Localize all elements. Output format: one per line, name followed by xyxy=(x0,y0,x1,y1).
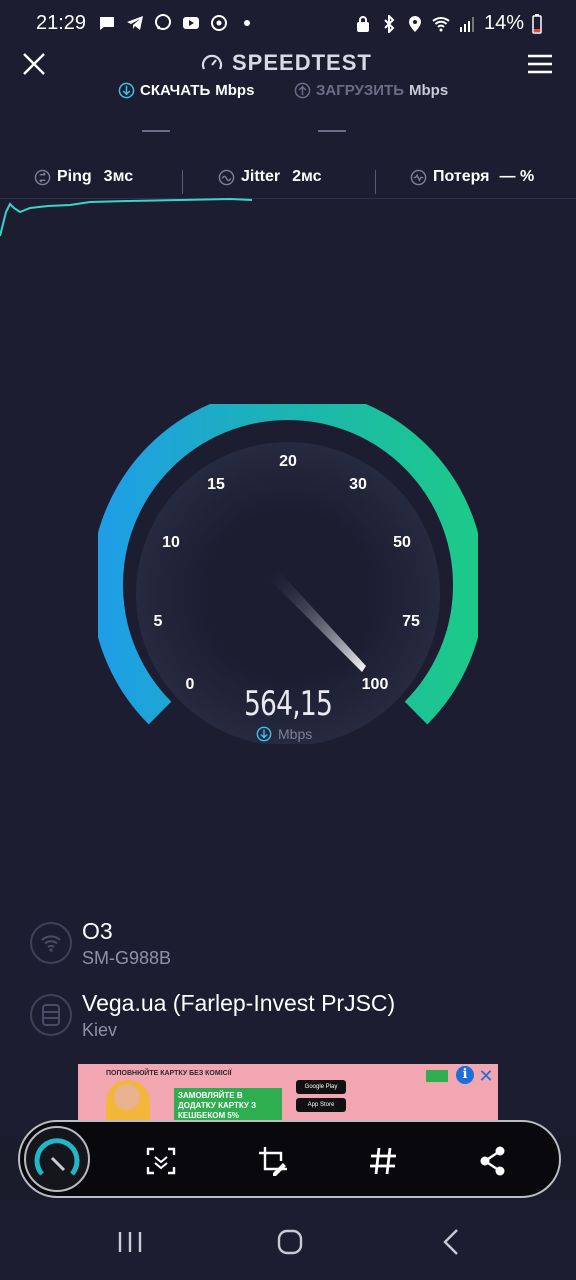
metric-divider xyxy=(375,170,376,194)
close-icon[interactable] xyxy=(20,50,48,78)
server-icon-badge xyxy=(30,994,72,1036)
download-phase: СКАЧАТЬ Mbps xyxy=(118,82,254,99)
ad-banner[interactable]: ПОПОВНЮЙТЕ КАРТКУ БЕЗ КОМІСІЇ ЗАМОВЛЯЙТЕ… xyxy=(78,1064,498,1124)
latency-metrics: Ping 3мс Jitter 2мс Потеря — % xyxy=(0,168,576,196)
gauge-tick-label: 20 xyxy=(279,453,297,470)
ad-person-face xyxy=(114,1084,140,1110)
download-arrow-icon xyxy=(256,726,272,742)
dot-icon xyxy=(244,20,250,26)
upload-arrow-icon xyxy=(294,82,311,99)
back-icon[interactable] xyxy=(432,1222,472,1262)
mini-gauge-graphic xyxy=(34,1138,80,1176)
server-city: Kiev xyxy=(82,1020,118,1040)
current-speed-value: 564,15 xyxy=(243,684,333,724)
top-bar: SPEEDTEST xyxy=(0,40,576,88)
share-icon[interactable] xyxy=(476,1144,510,1178)
test-phases: СКАЧАТЬ Mbps ЗАГРУЗИТЬ Mbps xyxy=(0,82,576,106)
upload-label: ЗАГРУЗИТЬ xyxy=(316,82,404,99)
hamburger-menu-icon[interactable] xyxy=(526,52,554,76)
upload-phase: ЗАГРУЗИТЬ Mbps xyxy=(294,82,448,99)
youtube-icon xyxy=(183,17,199,29)
system-nav-bar xyxy=(0,1200,576,1280)
location-icon xyxy=(408,15,421,32)
ping-icon xyxy=(34,169,51,185)
ping-value: 3мс xyxy=(103,168,134,185)
notification-icons xyxy=(98,14,256,32)
bluetooth-icon xyxy=(384,14,395,33)
server-icon xyxy=(42,1004,60,1026)
ad-headline: ПОПОВНЮЙТЕ КАРТКУ БЕЗ КОМІСІЇ xyxy=(106,1070,232,1077)
sync-icon xyxy=(211,15,227,31)
crop-edit-icon[interactable] xyxy=(256,1144,290,1178)
packet-loss-icon xyxy=(410,169,427,185)
brand-title: SPEEDTEST xyxy=(232,50,372,75)
recent-apps-icon[interactable] xyxy=(110,1222,150,1262)
app-store-badge[interactable]: App Store xyxy=(296,1098,346,1112)
loss-value: — % xyxy=(499,168,535,185)
metric-divider xyxy=(182,170,183,194)
network-icon-badge xyxy=(30,922,72,964)
ad-info-icon[interactable]: i xyxy=(456,1066,474,1084)
gauge-tick-label: 10 xyxy=(162,534,180,551)
download-unit: Mbps xyxy=(215,82,255,99)
upload-unit: Mbps xyxy=(409,82,449,99)
battery-percent: 14% xyxy=(483,12,524,34)
ad-cta-text: ЗАМОВЛЯЙТЕ В ДОДАТКУ КАРТКУ З КЕШБЕКОМ 5… xyxy=(174,1088,282,1124)
viber-icon xyxy=(155,14,171,30)
loss-metric: Потеря — % xyxy=(410,168,534,186)
telegram-icon xyxy=(127,16,143,30)
lock-icon xyxy=(356,15,369,32)
status-time: 21:29 xyxy=(36,12,87,34)
wifi-icon xyxy=(41,935,61,952)
message-icon xyxy=(100,17,114,30)
speed-gauge-icon[interactable] xyxy=(24,1126,90,1192)
upload-result-placeholder xyxy=(318,130,346,132)
ping-metric: Ping 3мс xyxy=(34,168,133,186)
google-play-badge[interactable]: Google Play xyxy=(296,1080,346,1094)
jitter-icon xyxy=(218,169,235,185)
jitter-label: Jitter xyxy=(241,168,281,185)
home-icon[interactable] xyxy=(270,1222,310,1262)
wifi-icon xyxy=(432,16,450,31)
download-arrow-icon xyxy=(118,82,135,99)
app-brand: SPEEDTEST xyxy=(200,50,372,76)
download-label: СКАЧАТЬ xyxy=(140,82,211,99)
screenshot-toolbar xyxy=(18,1120,561,1198)
ad-close-icon[interactable]: ✕ xyxy=(476,1066,496,1086)
system-icons: 14% xyxy=(354,12,542,35)
jitter-metric: Jitter 2мс xyxy=(218,168,322,186)
server-name: Vega.ua (Farlep-Invest PrJSC) xyxy=(82,990,396,1016)
gauge-tick-label: 15 xyxy=(207,476,225,493)
speed-unit-label: Mbps xyxy=(278,726,313,742)
jitter-value: 2мс xyxy=(292,168,322,185)
signal-icon xyxy=(459,16,474,32)
scan-icon[interactable] xyxy=(144,1144,178,1178)
hashtag-icon[interactable] xyxy=(366,1144,400,1178)
gauge-tick-label: 75 xyxy=(402,613,420,630)
speed-trace-line xyxy=(0,198,253,237)
network-name: O3 xyxy=(82,918,113,944)
device-model: SM-G988B xyxy=(82,948,172,968)
loss-label: Потеря xyxy=(433,168,490,185)
gauge-tick-label: 50 xyxy=(393,534,411,551)
current-speed-unit: Mbps xyxy=(256,726,312,742)
ping-label: Ping xyxy=(57,168,92,185)
gauge-tick-label: 30 xyxy=(349,476,367,493)
battery-icon xyxy=(532,13,542,34)
download-result-placeholder xyxy=(142,130,170,132)
gauge-tick-label: 5 xyxy=(154,613,163,630)
speedometer-icon xyxy=(201,54,223,70)
ad-brand-logo xyxy=(426,1070,448,1082)
